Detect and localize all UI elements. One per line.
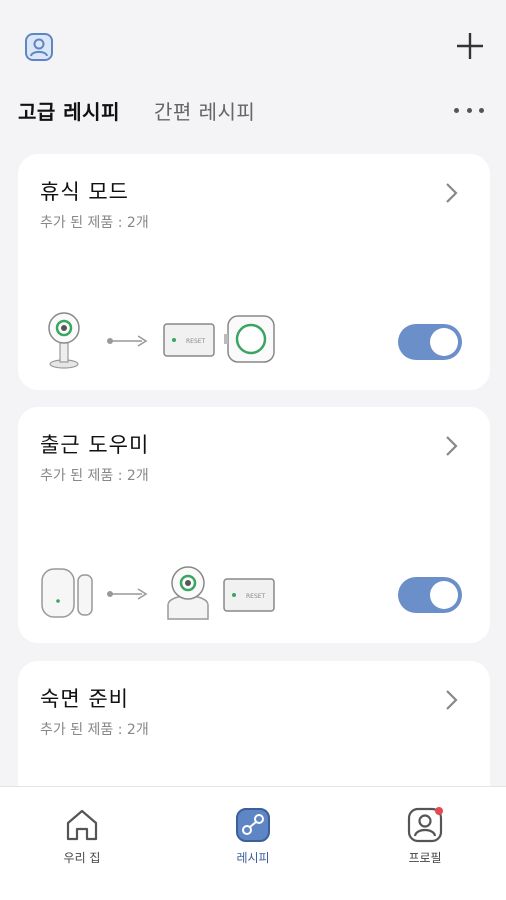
recipe-title: 휴식 모드 — [40, 180, 129, 204]
chevron-right-icon[interactable] — [444, 435, 460, 457]
arrow-icon — [107, 588, 148, 600]
recipe-card[interactable]: 휴식 모드 추가 된 제품 : 2개 RESET — [18, 154, 490, 390]
recipe-title: 숙면 준비 — [40, 687, 129, 711]
recipe-icon — [236, 808, 270, 842]
device-flow: RESET — [40, 557, 340, 627]
chevron-right-icon[interactable] — [444, 182, 460, 204]
profile-icon — [407, 807, 443, 843]
recipe-product-count: 추가 된 제품 : 2개 — [40, 722, 149, 738]
pan-tilt-camera-icon — [167, 566, 209, 620]
bottom-nav: 우리 집 레시피 프로필 — [0, 786, 506, 900]
nav-recipe-label: 레시피 — [236, 851, 270, 865]
recipe-toggle[interactable] — [398, 577, 462, 613]
camera-icon — [48, 312, 80, 369]
nav-recipe[interactable]: 레시피 — [213, 807, 293, 866]
nav-profile[interactable]: 프로필 — [385, 807, 465, 866]
home-icon — [66, 809, 98, 841]
arrow-icon — [107, 335, 148, 347]
hub-icon: RESET — [223, 578, 275, 612]
nav-home[interactable]: 우리 집 — [42, 807, 122, 866]
recipe-card[interactable]: 출근 도우미 추가 된 제품 : 2개 RESET — [18, 407, 490, 643]
recipe-product-count: 추가 된 제품 : 2개 — [40, 468, 149, 484]
recipe-title: 출근 도우미 — [40, 433, 150, 457]
recipe-screen: 고급 레시피 간편 레시피 휴식 모드 추가 된 제품 : 2개 RESET 출… — [0, 0, 506, 900]
nav-home-label: 우리 집 — [63, 851, 101, 865]
more-dots-icon[interactable] — [454, 100, 484, 120]
hub-label: RESET — [246, 593, 266, 600]
tab-advanced-recipe[interactable]: 고급 레시피 — [18, 96, 120, 125]
hub-label: RESET — [186, 338, 206, 345]
recipe-toggle[interactable] — [398, 324, 462, 360]
door-sensor-icon — [41, 568, 93, 618]
notification-badge — [435, 807, 443, 815]
device-flow: RESET — [40, 304, 340, 374]
nav-profile-label: 프로필 — [408, 851, 442, 865]
recipe-product-count: 추가 된 제품 : 2개 — [40, 215, 149, 231]
hub-icon: RESET — [163, 323, 215, 357]
user-icon[interactable] — [24, 32, 54, 62]
recipe-tabs: 고급 레시피 간편 레시피 — [18, 92, 289, 128]
top-bar — [0, 0, 506, 90]
smart-plug-icon — [224, 315, 275, 363]
chevron-right-icon[interactable] — [444, 689, 460, 711]
tab-simple-recipe[interactable]: 간편 레시피 — [154, 96, 255, 125]
plus-icon[interactable] — [454, 30, 486, 62]
